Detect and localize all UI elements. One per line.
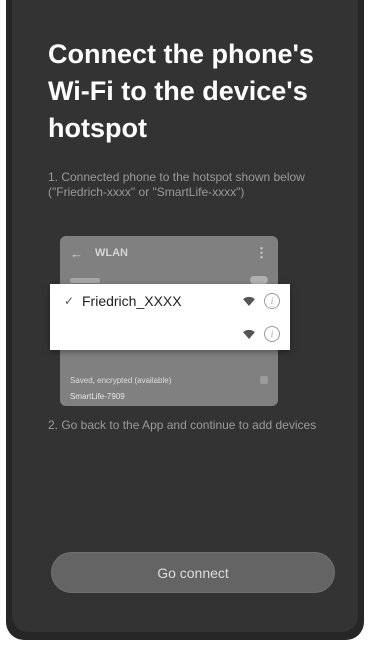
- wlan-title: WLAN: [95, 247, 128, 259]
- wifi-icon: [243, 296, 255, 306]
- wlan-toggle: [250, 276, 268, 284]
- check-icon: ✓: [64, 293, 75, 308]
- hotspot-row-other: i: [50, 317, 290, 350]
- hotspot-popup: ✓ Friedrich_XXXX i i: [50, 284, 290, 350]
- page-title: Connect the phone's Wi-Fi to the device'…: [48, 39, 314, 143]
- wlan-network-row: SmartLife-7909: [60, 386, 278, 406]
- hotspot-row-selected: ✓ Friedrich_XXXX i: [50, 284, 290, 317]
- hotspot-ssid: Friedrich_XXXX: [82, 292, 182, 309]
- more-vertical-icon: ⋮: [255, 245, 268, 260]
- wifi-icon: [243, 329, 255, 339]
- info-icon: i: [264, 325, 280, 342]
- wlan-toggle-label: [70, 277, 100, 283]
- chevron-right-icon: [260, 376, 268, 384]
- network-status-text: Saved, encrypted (available): [70, 375, 172, 385]
- instruction-step-2: 2. Go back to the App and continue to ad…: [48, 418, 317, 432]
- wlan-header: ← WLAN ⋮: [60, 236, 278, 270]
- info-icon: i: [264, 292, 280, 309]
- network-name-text: SmartLife-7909: [70, 391, 125, 401]
- go-connect-button[interactable]: Go connect: [51, 552, 335, 593]
- instruction-step-1: 1. Connected phone to the hotspot shown …: [48, 170, 305, 199]
- arrow-left-icon: ←: [70, 245, 83, 261]
